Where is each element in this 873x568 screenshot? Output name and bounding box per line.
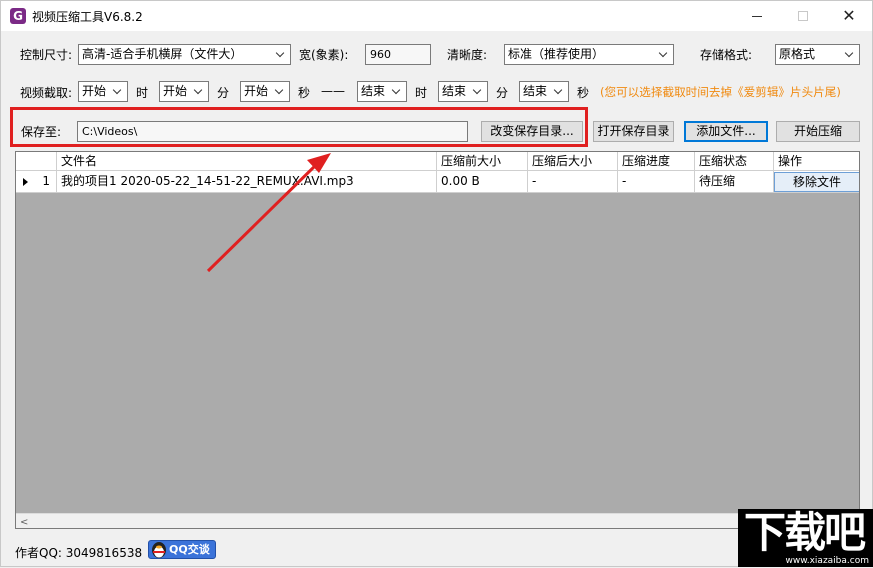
author-qq-text: 作者QQ: 3049816538 [15, 546, 143, 560]
app-window: G 视频压缩工具V6.8.2 ✕ 控制尺寸: 高清-适合手机横屏（文件大） 宽(… [0, 0, 873, 567]
watermark-text: 下载吧 [744, 508, 866, 557]
qq-penguin-icon [152, 542, 166, 558]
annotation-arrow-icon [206, 153, 331, 273]
qq-chat-label: QQ交谈 [169, 543, 210, 556]
watermark-url: www.xiazaiba.com [785, 556, 869, 566]
watermark-logo: 下载吧 www.xiazaiba.com [738, 509, 873, 567]
qq-chat-button[interactable]: QQ交谈 [148, 540, 216, 559]
